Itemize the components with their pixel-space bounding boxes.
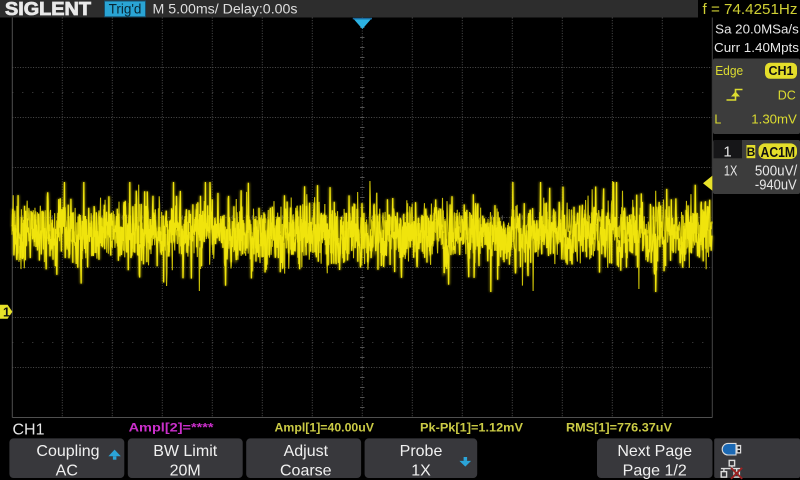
svg-text:Adjust: Adjust — [284, 443, 329, 460]
svg-text:Curr 1.40Mpts: Curr 1.40Mpts — [714, 41, 799, 55]
svg-text:BW Limit: BW Limit — [153, 443, 218, 460]
svg-text:Sa 20.0MSa/s: Sa 20.0MSa/s — [715, 23, 799, 37]
svg-text:CH1: CH1 — [768, 64, 793, 78]
svg-text:AC1M: AC1M — [761, 145, 796, 161]
svg-text:Trig'd: Trig'd — [109, 2, 142, 17]
svg-text:B: B — [747, 145, 756, 159]
svg-text:1.30mV: 1.30mV — [751, 113, 797, 127]
svg-text:Edge: Edge — [715, 64, 743, 78]
svg-text:Pk-Pk[1]=1.12mV: Pk-Pk[1]=1.12mV — [420, 422, 523, 434]
svg-text:SIGLENT: SIGLENT — [5, 0, 91, 19]
svg-text:RMS[1]=776.37uV: RMS[1]=776.37uV — [566, 422, 672, 434]
svg-text:1: 1 — [3, 305, 10, 319]
svg-text:Next Page: Next Page — [617, 443, 692, 460]
svg-text:M 5.00ms/ Delay:0.00s: M 5.00ms/ Delay:0.00s — [153, 2, 298, 17]
svg-text:f = 74.4251Hz: f = 74.4251Hz — [703, 1, 798, 18]
svg-text:AC: AC — [56, 462, 78, 479]
svg-text:1X: 1X — [411, 462, 431, 479]
svg-text:Ampl[2]=****: Ampl[2]=**** — [129, 422, 215, 434]
svg-text:Coarse: Coarse — [280, 462, 332, 479]
svg-text:-940uV: -940uV — [755, 177, 797, 193]
svg-text:CH1: CH1 — [13, 422, 45, 439]
svg-text:1X: 1X — [724, 163, 738, 179]
svg-text:DC: DC — [778, 89, 796, 103]
svg-text:Probe: Probe — [400, 443, 443, 460]
svg-text:L: L — [714, 113, 721, 127]
svg-text:1: 1 — [723, 144, 731, 161]
svg-text:Coupling: Coupling — [36, 443, 99, 460]
svg-text:20M: 20M — [170, 462, 201, 479]
svg-text:Page 1/2: Page 1/2 — [623, 462, 687, 479]
svg-text:Ampl[1]=40.00uV: Ampl[1]=40.00uV — [275, 422, 375, 434]
